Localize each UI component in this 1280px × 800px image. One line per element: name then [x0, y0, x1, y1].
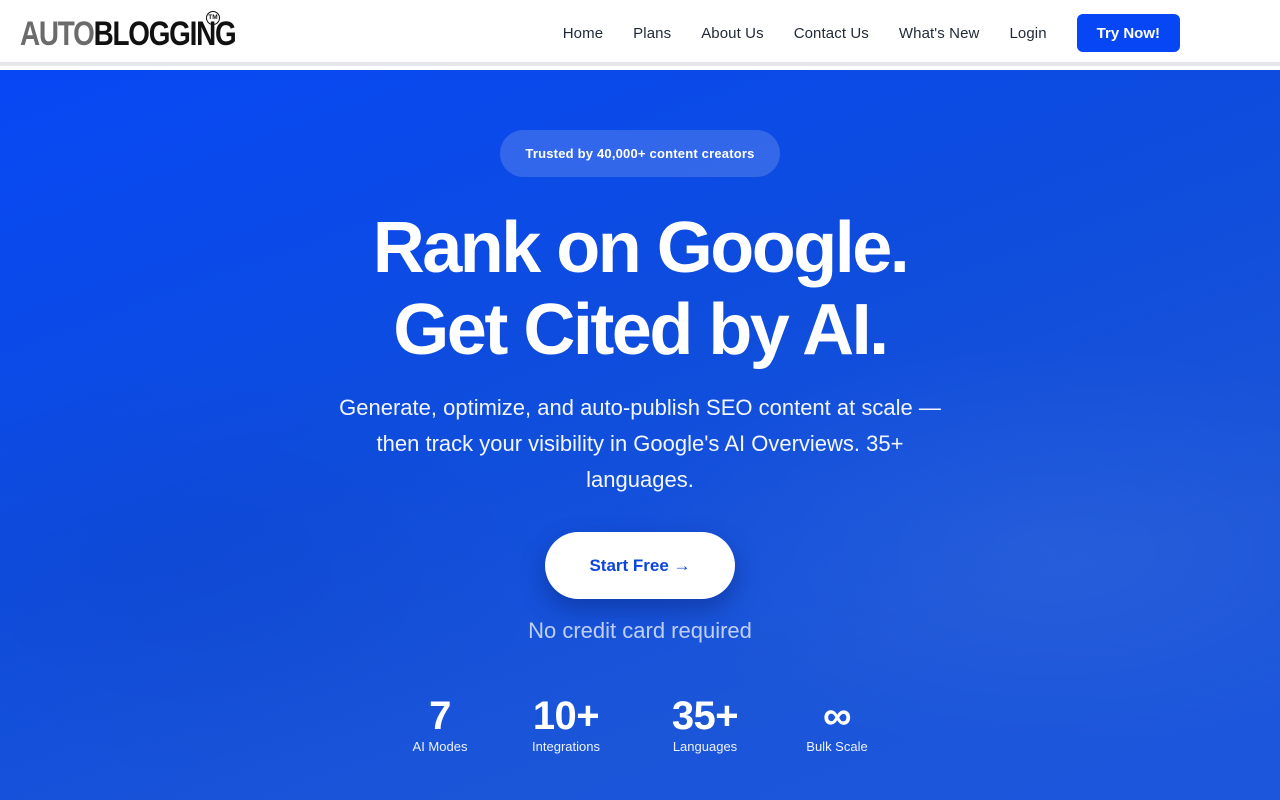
infinity-icon: ∞: [822, 694, 852, 738]
hero-section: Trusted by 40,000+ content creators Rank…: [0, 70, 1280, 800]
stat-value: 7: [429, 694, 451, 738]
stats-row: 7 AI Modes 10+ Integrations 35+ Language…: [0, 694, 1280, 764]
stat-bulk-scale: ∞ Bulk Scale: [767, 694, 907, 755]
try-now-button[interactable]: Try Now!: [1076, 14, 1180, 52]
nav-about-us[interactable]: About Us: [701, 25, 764, 42]
nav-home[interactable]: Home: [563, 25, 603, 42]
stat-label: AI Modes: [412, 739, 468, 754]
logo-wordmark: AUTOBLOGGING: [20, 12, 237, 56]
nav-whats-new[interactable]: What's New: [899, 25, 980, 42]
stat-languages: 35+ Languages: [635, 694, 775, 755]
stat-label: Integrations: [532, 739, 600, 754]
start-free-button[interactable]: Start Free →: [545, 532, 735, 599]
stat-integrations: 10+ Integrations: [496, 694, 636, 755]
autoblogging-logo[interactable]: AUTOBLOGGING TM: [20, 10, 283, 56]
site-header: AUTOBLOGGING TM Home Plans About Us Cont…: [0, 0, 1280, 66]
stat-value: 10+: [532, 694, 600, 738]
main-navigation: Home Plans About Us Contact Us What's Ne…: [563, 0, 1180, 66]
stat-label: Languages: [672, 739, 738, 754]
hero-subtext: Generate, optimize, and auto-publish SEO…: [339, 395, 941, 492]
headline-line-1: Rank on Google.: [372, 208, 910, 288]
nav-login[interactable]: Login: [1009, 25, 1046, 42]
trademark-icon: TM: [206, 11, 220, 25]
trust-badge: Trusted by 40,000+ content creators: [500, 130, 780, 177]
logo-part-auto: AUTO: [20, 15, 95, 53]
headline-line-2: Get Cited by AI.: [393, 290, 889, 370]
stat-ai-modes: 7 AI Modes: [370, 694, 510, 755]
no-credit-card-note: No credit card required: [528, 618, 752, 643]
nav-plans[interactable]: Plans: [633, 25, 671, 42]
stat-label: Bulk Scale: [806, 739, 868, 754]
nav-contact-us[interactable]: Contact Us: [794, 25, 869, 42]
stat-value: 35+: [671, 694, 739, 738]
